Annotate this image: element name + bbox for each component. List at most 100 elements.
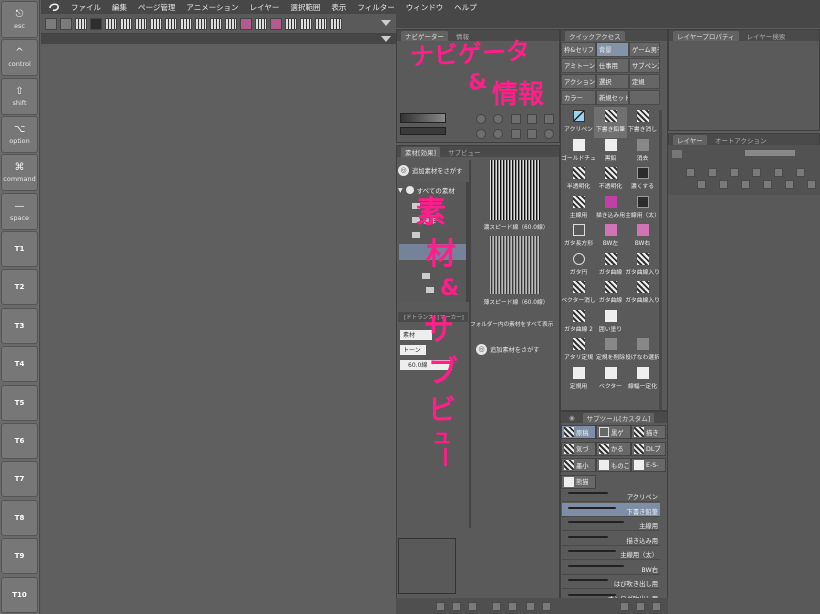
quick-access-item[interactable]: ガタ曲線: [594, 250, 627, 281]
quick-access-item[interactable]: ガタ曲線入り: [626, 250, 659, 281]
toolbar-button-3[interactable]: [90, 17, 102, 30]
quick-access-set[interactable]: アミトーン: [561, 58, 596, 73]
toolbar-button-18[interactable]: [315, 17, 327, 30]
quick-access-item[interactable]: ガタ曲線 2: [562, 307, 595, 338]
subtool-button[interactable]: 熊猫: [561, 474, 596, 489]
app-logo-icon[interactable]: [47, 1, 61, 13]
key-t5[interactable]: T5: [1, 384, 38, 421]
large-thumb-icon[interactable]: [436, 602, 445, 611]
list-view-icon[interactable]: [468, 602, 477, 611]
quick-access-set[interactable]: 選択: [596, 74, 629, 89]
quick-access-item[interactable]: 定規を削除: [594, 335, 627, 366]
brush-list-item[interactable]: 下書き鉛筆: [562, 502, 660, 517]
thumbnail-light-speed-lines[interactable]: [490, 236, 540, 294]
tab-subview[interactable]: サブビュー: [444, 147, 485, 157]
subtool-button[interactable]: 原稿: [561, 425, 596, 439]
quick-access-set[interactable]: 新規セット: [596, 90, 629, 105]
quick-access-item[interactable]: 主線用: [562, 193, 595, 224]
key-option[interactable]: ⌥ option: [1, 115, 38, 153]
tab-material[interactable]: 素材[効果]: [401, 146, 441, 157]
subtool-button[interactable]: 描き: [631, 425, 666, 439]
subtool-button[interactable]: ものこ: [596, 458, 631, 472]
toolbar-button-6[interactable]: [135, 17, 147, 30]
layer-tool-icon-1[interactable]: [697, 180, 706, 189]
menu-item[interactable]: 編集: [112, 2, 127, 13]
toolbar-button-11[interactable]: [210, 17, 222, 30]
quick-access-item[interactable]: 不透明化: [594, 164, 627, 195]
layer-tool-icon-7[interactable]: [763, 180, 772, 189]
small-thumb-icon[interactable]: [452, 602, 461, 611]
tree-folder-5[interactable]: [426, 284, 434, 296]
toolbar2-expand-icon[interactable]: [381, 36, 391, 42]
tab-quick-access[interactable]: クイックアクセス: [565, 30, 625, 41]
delete-material-icon[interactable]: [542, 602, 551, 611]
quick-access-item[interactable]: 線幅一定化: [626, 364, 659, 395]
new-subtool-icon[interactable]: [636, 602, 645, 611]
key-t7[interactable]: T7: [1, 461, 38, 498]
menu-item[interactable]: ウィンドウ: [406, 2, 444, 13]
layer-tool-icon-6[interactable]: [752, 168, 761, 177]
layer-tool-icon-2[interactable]: [708, 168, 717, 177]
zoom-in-icon[interactable]: [493, 114, 503, 124]
thumbnail-dark-speed-lines[interactable]: [490, 160, 540, 220]
quick-access-item[interactable]: ガタ曲線: [594, 278, 627, 309]
quick-access-scrollbar[interactable]: [659, 110, 662, 410]
menu-item[interactable]: 選択範囲: [290, 2, 320, 13]
reset-rotate-icon[interactable]: [511, 129, 521, 139]
toolbar-button-10[interactable]: [195, 17, 207, 30]
brush-list-item[interactable]: はび吹き出し用: [562, 575, 660, 589]
brush-list-item[interactable]: BW右: [562, 561, 660, 575]
toolbar-button-0[interactable]: [45, 17, 57, 30]
quick-access-item[interactable]: BW左: [594, 221, 627, 252]
quick-access-item[interactable]: 投げなわ選択: [626, 335, 659, 366]
quick-access-item[interactable]: ガタ円: [562, 250, 595, 281]
flip-icon[interactable]: [544, 114, 554, 124]
quick-access-item[interactable]: ガタ長方形: [562, 221, 595, 252]
menu-item[interactable]: ページ管理: [138, 2, 175, 13]
key-t3[interactable]: T3: [1, 307, 38, 344]
key-shift[interactable]: ⇧ shift: [1, 77, 38, 115]
tab-layer-search[interactable]: レイヤー検索: [743, 31, 790, 41]
toolbar-button-1[interactable]: [60, 17, 72, 30]
rotate-right-icon[interactable]: [493, 129, 503, 139]
key-t4[interactable]: T4: [1, 346, 38, 383]
quick-access-item[interactable]: 黒鉛: [594, 136, 627, 167]
toolbar-button-12[interactable]: [225, 17, 237, 30]
quick-access-item[interactable]: 囲い塗り: [594, 307, 627, 338]
menu-item[interactable]: アニメーション: [186, 2, 238, 13]
copy-subtool-icon[interactable]: [620, 602, 629, 611]
subtool-button[interactable]: DLブ: [631, 441, 666, 456]
quick-access-item[interactable]: [626, 307, 659, 338]
toolbar-expand-icon[interactable]: [381, 20, 391, 26]
flip-h-icon[interactable]: [527, 129, 537, 139]
rotate-left-icon[interactable]: [476, 129, 486, 139]
tab-subtool[interactable]: サブツール[カスタム]: [582, 412, 655, 423]
layer-tool-icon-3[interactable]: [719, 180, 728, 189]
tab-subtool-icon[interactable]: ◉: [565, 413, 579, 423]
toolbar-button-15[interactable]: [270, 17, 282, 30]
brush-list-item[interactable]: アクリペン: [562, 488, 660, 502]
key-t6[interactable]: T6: [1, 423, 38, 459]
key-t1[interactable]: T1: [1, 231, 38, 267]
key-t8[interactable]: T8: [1, 499, 38, 536]
tab-navigator[interactable]: ナビゲーター: [401, 30, 448, 41]
quick-access-set[interactable]: [629, 90, 660, 105]
toolbar-button-16[interactable]: [285, 17, 297, 30]
toolbar-button-19[interactable]: [330, 17, 342, 30]
tab-layer[interactable]: レイヤー: [673, 134, 707, 145]
brush-list-item[interactable]: 描き込み用: [562, 532, 660, 546]
toolbar-button-5[interactable]: [120, 17, 132, 30]
tree-folder-3[interactable]: [412, 229, 420, 241]
toolbar-button-8[interactable]: [165, 17, 177, 30]
key-control[interactable]: ^ control: [1, 39, 38, 77]
key-t2[interactable]: T2: [1, 269, 38, 306]
key-esc[interactable]: ⎋ esc: [1, 1, 38, 38]
toolbar-button-13[interactable]: [240, 17, 252, 30]
quick-access-set[interactable]: 背景: [596, 42, 629, 57]
quick-access-set[interactable]: 枠&セリフ: [561, 42, 596, 57]
subtool-button[interactable]: 黒ゲ: [596, 425, 631, 439]
layer-tool-icon-11[interactable]: [807, 180, 816, 189]
blend-mode-icon[interactable]: [672, 150, 682, 158]
layer-tool-icon-5[interactable]: [741, 180, 750, 189]
navigator-rotate-slider[interactable]: [400, 127, 446, 135]
